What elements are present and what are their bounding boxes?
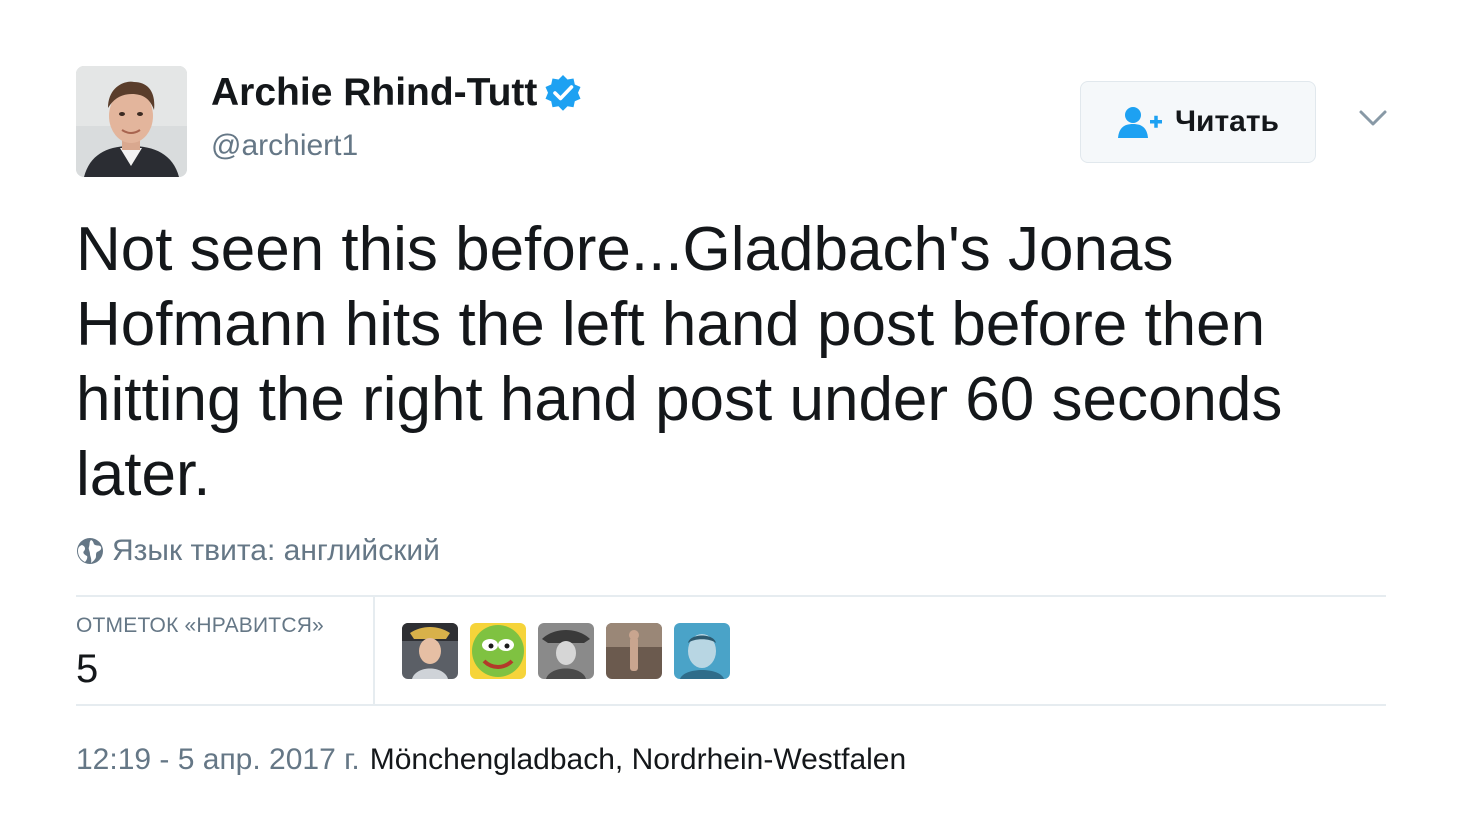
author-avatar[interactable]: [76, 66, 187, 177]
likes-stat-value[interactable]: 5: [76, 646, 98, 692]
liker-avatar[interactable]: [470, 623, 526, 679]
chevron-down-icon[interactable]: [1355, 104, 1391, 132]
divider: [76, 704, 1386, 706]
author-handle[interactable]: @archiert1: [211, 128, 358, 164]
tweet-text: Not seen this before...Gladbach's Jonas …: [76, 215, 1283, 509]
stats-separator: [373, 597, 375, 704]
follow-button-label: Читать: [1174, 105, 1280, 138]
tweet-meta-row: 12:19 - 5 апр. 2017 г. Mönchengladbach, …: [76, 740, 906, 780]
follow-person-plus-icon: [1117, 105, 1163, 139]
liker-avatar[interactable]: [402, 623, 458, 679]
likers-avatar-list: [402, 623, 730, 679]
tweet-language-row: Язык твита: английский: [76, 532, 440, 570]
globe-icon: [76, 537, 104, 565]
liker-avatar[interactable]: [606, 623, 662, 679]
tweet-location[interactable]: Mönchengladbach, Nordrhein-Westfalen: [370, 743, 906, 777]
liker-avatar[interactable]: [538, 623, 594, 679]
partial-icon: [468, 815, 494, 821]
tweet-timestamp[interactable]: 12:19 - 5 апр. 2017 г.: [76, 743, 360, 777]
follow-button[interactable]: Читать: [1080, 81, 1316, 163]
author-display-name[interactable]: Archie Rhind-Tutt: [211, 70, 537, 116]
tweet-card: Archie Rhind-Tutt @archiert1 Читать Not …: [0, 0, 1460, 821]
likes-stat-label[interactable]: ОТМЕТОК «НРАВИТСЯ»: [76, 614, 324, 638]
tweet-language-text[interactable]: Язык твита: английский: [112, 534, 440, 568]
verified-badge-icon: [543, 73, 583, 113]
liker-avatar[interactable]: [674, 623, 730, 679]
divider: [76, 595, 1386, 597]
author-name-row[interactable]: Archie Rhind-Tutt: [211, 70, 583, 116]
